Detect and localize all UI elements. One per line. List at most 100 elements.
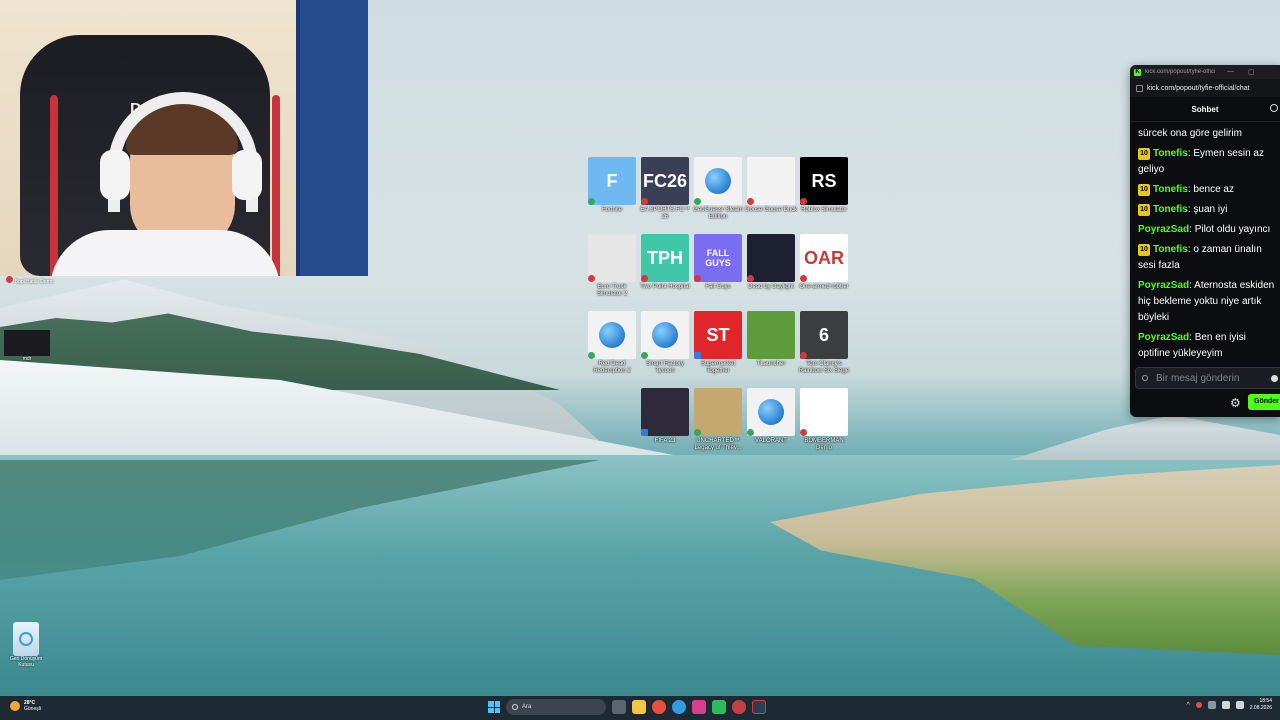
opera-gx-icon[interactable] — [732, 700, 746, 714]
error-x-icon — [800, 198, 807, 205]
tab-sohbet[interactable]: Sohbet — [1191, 105, 1218, 114]
whatsapp-icon[interactable] — [712, 700, 726, 714]
search-placeholder: Ara — [522, 704, 532, 710]
chat-username[interactable]: Tonefis — [1153, 204, 1188, 215]
app-icon — [641, 311, 689, 359]
task-view-icon[interactable] — [612, 700, 626, 714]
shortcut-label: BOMBERMAN Demo — [804, 438, 844, 451]
error-x-icon — [694, 275, 701, 282]
app-icon: ST — [694, 311, 742, 359]
desktop-shortcut[interactable]: Dead by Daylight — [744, 234, 798, 291]
taskbar: 28°C Güneşli Ara ^ 18:54 2.08.2026 — [0, 696, 1280, 720]
chat-username[interactable]: PoyrazSad — [1138, 332, 1189, 343]
synced-check-icon — [694, 198, 701, 205]
chat-username[interactable]: Tonefis — [1153, 184, 1188, 195]
subscriber-badge: 10 — [1138, 148, 1150, 160]
tile-text: F — [606, 170, 618, 191]
chat-message: PoyrazSad: Ben en iyisi optifine yükleye… — [1138, 330, 1280, 362]
maximize-icon[interactable]: ▢ — [1248, 68, 1255, 76]
chat-message: sürcek ona göre gelirim — [1138, 128, 1242, 139]
synced-check-icon — [694, 429, 701, 436]
desktop-shortcut[interactable]: VALORANT — [744, 388, 798, 445]
desktop-shortcut[interactable]: Smart Factory Tycoon — [638, 311, 692, 375]
tray-usb-icon[interactable] — [1207, 701, 1216, 709]
edge-icon[interactable] — [672, 700, 686, 714]
desktop-shortcut[interactable]: UNCHARTED™ Legacy of Thiev... — [691, 388, 745, 452]
taskbar-search[interactable]: Ara — [506, 699, 606, 715]
gear-icon[interactable]: ⚙ — [1230, 396, 1241, 410]
recycle-bin[interactable]: Geri Dönüşüm Kutusu — [4, 622, 48, 668]
chat-window: K kick.com/popout/tyfie-offici... — ▢ ki… — [1130, 65, 1280, 417]
chrome-icon[interactable] — [652, 700, 666, 714]
app-icon — [747, 157, 795, 205]
weather-widget[interactable]: 28°C Güneşli — [10, 700, 41, 712]
chat-username[interactable]: PoyrazSad — [1138, 224, 1189, 235]
volume-icon[interactable] — [1235, 701, 1244, 709]
shortcut-label: One-armed robber — [799, 284, 849, 290]
desktop-shortcut[interactable]: F Fortnite — [585, 157, 639, 214]
shortcut-label: Goose Goose Duck — [744, 207, 798, 213]
tile-text: ST — [706, 324, 730, 345]
error-x-icon — [641, 198, 648, 205]
network-icon[interactable] — [1221, 701, 1230, 709]
shortcut-label: FIFA 23 — [654, 438, 676, 444]
chat-username[interactable]: Tonefis — [1153, 148, 1188, 159]
desktop-shortcut[interactable]: Euro Truck Simulator 2 — [585, 234, 639, 298]
desktop-shortcut-mdr[interactable]: mdr — [2, 330, 52, 362]
steam-icon[interactable] — [752, 700, 766, 714]
desktop-shortcut[interactable]: ST Supermarket Together — [691, 311, 745, 375]
desktop-shortcut[interactable]: FALL GUYS Fall Guys — [691, 234, 745, 291]
search-icon — [512, 704, 518, 710]
app-icon: TPH — [641, 234, 689, 282]
chat-input-box[interactable] — [1135, 367, 1280, 389]
chat-input[interactable] — [1154, 371, 1268, 385]
chat-username[interactable]: Tonefis — [1153, 244, 1188, 255]
shortcut-label: Two Point Hospital — [640, 284, 690, 290]
instagram-icon[interactable] — [692, 700, 706, 714]
url-text: kick.com/popout/tyfie-official/chat — [1147, 84, 1250, 92]
desktop-shortcut-bopl[interactable]: Bopl Battle Demo — [2, 276, 58, 285]
tile-text: RS — [811, 170, 837, 191]
desktop-shortcut[interactable]: FIFA 23 — [638, 388, 692, 445]
site-settings-icon[interactable] — [1136, 84, 1143, 92]
desktop-shortcut[interactable]: Goose Goose Duck — [744, 157, 798, 214]
app-icon — [588, 234, 636, 282]
desktop-shortcut[interactable]: 6 Tom Clancy's Rainbow Six Siege — [797, 311, 851, 375]
emoji-icon[interactable] — [1271, 375, 1278, 382]
desktop-shortcut[interactable]: TLauncher — [744, 311, 798, 368]
desktop-shortcut[interactable]: OAR One-armed robber — [797, 234, 851, 291]
desktop-shortcut[interactable]: TPH Two Point Hospital — [638, 234, 692, 291]
send-button[interactable]: Gönder — [1248, 394, 1280, 410]
shortcut-label: Bopl Battle Demo — [14, 279, 54, 285]
desktop-shortcut[interactable]: GeoGuessr Steam Edition — [691, 157, 745, 221]
minimize-icon[interactable]: — — [1227, 68, 1234, 76]
error-x-icon — [747, 275, 754, 282]
tile-text: TPH — [647, 247, 683, 268]
tray-app-icon[interactable] — [1195, 702, 1202, 708]
chat-username[interactable]: PoyrazSad — [1138, 280, 1189, 291]
globe-icon — [599, 322, 625, 348]
app-icon: 6 — [800, 311, 848, 359]
pin-icon — [1142, 375, 1148, 381]
shortcut-arrow-icon — [641, 429, 648, 436]
start-button[interactable] — [488, 701, 500, 713]
chat-titlebar[interactable]: K kick.com/popout/tyfie-offici... — ▢ — [1130, 65, 1280, 79]
desktop-shortcut[interactable]: FC26 EA SPORTS FC™ 26 — [638, 157, 692, 221]
file-explorer-icon[interactable] — [632, 700, 646, 714]
synced-check-icon — [588, 352, 595, 359]
synced-check-icon — [641, 352, 648, 359]
clock[interactable]: 18:54 2.08.2026 — [1250, 698, 1272, 712]
chat-text: : bence az — [1187, 184, 1234, 195]
tile-text: FC26 — [642, 170, 687, 191]
users-icon[interactable] — [1270, 104, 1278, 112]
desktop-shortcut[interactable]: RS Roblox Simulator — [797, 157, 851, 214]
globe-icon — [652, 322, 678, 348]
chevron-up-icon[interactable]: ^ — [1186, 702, 1189, 709]
app-icon — [694, 388, 742, 436]
app-icon — [694, 157, 742, 205]
desktop-shortcut[interactable]: Red Dead Redemption 2 — [585, 311, 639, 375]
address-bar[interactable]: kick.com/popout/tyfie-official/chat — [1130, 79, 1280, 97]
desktop-shortcut[interactable]: BOMBERMAN Demo — [797, 388, 851, 452]
tile-text: FALL GUYS — [705, 248, 731, 268]
app-icon — [747, 311, 795, 359]
